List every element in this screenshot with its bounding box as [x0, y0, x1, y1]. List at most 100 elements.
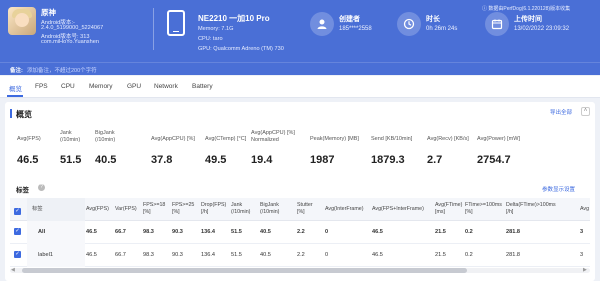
upload-label: 上传时间	[514, 16, 542, 23]
row-label: All	[38, 229, 46, 235]
table-cell: 98.3	[143, 252, 154, 258]
table-cell: 46.5	[86, 229, 97, 235]
calendar-icon	[485, 12, 509, 36]
tab-fps[interactable]: FPS	[35, 83, 48, 90]
tab-bar: 概览 FPS CPU Memory GPU Network Battery	[0, 76, 600, 98]
device-memory: Memory: 7.1G	[198, 26, 234, 32]
table-cell: 66.7	[115, 252, 126, 258]
table-cell: 40.5	[260, 252, 271, 258]
table-cell: 51.5	[231, 252, 242, 258]
metric-label: Avg(CTemp) [°C]	[205, 136, 247, 142]
metric-label: Avg(AppCPU) [%]	[151, 136, 195, 142]
column-header: BigJank (/10min)	[260, 202, 280, 215]
table-row[interactable]: ✓ label1 46.5 66.7 98.3 90.3 136.4 51.5 40.5 2.2 0…	[10, 244, 590, 267]
metric-value: 46.5	[17, 154, 39, 166]
metric-label: Avg(FPS)	[17, 136, 41, 142]
app-name: 原神	[41, 8, 56, 17]
metric-value: 2754.7	[477, 154, 511, 166]
metric-label: Avg(Power) [mW]	[477, 136, 520, 142]
tab-cpu[interactable]: CPU	[61, 83, 75, 90]
metric-value: 1987	[310, 154, 335, 166]
table-cell: 3	[580, 252, 584, 258]
table-cell: 281.8	[506, 229, 520, 235]
column-header: Stutter [%]	[297, 202, 313, 215]
section-accent	[10, 109, 12, 118]
device-cpu: CPU: taro	[198, 36, 223, 42]
column-header: Delta(FTime)>100ms [/h]	[506, 202, 556, 215]
table-cell: 0	[325, 252, 329, 258]
scroll-left-icon[interactable]: ◀	[11, 267, 15, 273]
metric-label: Jank (/10min)	[60, 130, 81, 143]
metric-value: 37.8	[151, 154, 173, 166]
table-cell: 2.2	[297, 229, 305, 235]
table-row[interactable]: ✓ All 46.5 66.7 98.3 90.3 136.4 51.5 40.5 2.2 0 46.…	[10, 221, 590, 244]
table-cell: 21.5	[435, 229, 446, 235]
table-cell: 136.4	[201, 229, 215, 235]
column-header: Jank (/10min)	[231, 202, 251, 215]
table-cell: 51.5	[231, 229, 242, 235]
table-cell: 40.5	[260, 229, 271, 235]
scroll-thumb[interactable]	[22, 268, 467, 273]
table-cell: 281.8	[506, 252, 520, 258]
horizontal-scrollbar[interactable]: ◀ ▶	[10, 267, 590, 273]
metric-label: Send [KB/10min]	[371, 136, 413, 142]
column-header: Avg(FPS)	[86, 206, 109, 212]
metric-label: Avg(AppCPU) [%] Normalized	[251, 130, 295, 143]
table-cell: 46.5	[372, 252, 383, 258]
tab-overview[interactable]: 概览	[9, 83, 22, 93]
metric-value: 2.7	[427, 154, 443, 166]
column-header: FPS>=25 [%]	[172, 202, 195, 215]
tab-network[interactable]: Network	[154, 83, 178, 90]
table-cell: 0.2	[465, 252, 473, 258]
metric-value: 51.5	[60, 154, 82, 166]
param-settings-link[interactable]: 参数显示设置	[542, 185, 575, 193]
metric-label: Peak(Memory) [MB]	[310, 136, 359, 142]
collapse-button[interactable]: ˄	[581, 107, 590, 116]
creator-value: 185****2558	[339, 26, 372, 32]
table-cell: 0.2	[465, 229, 473, 235]
table-cell: 21.5	[435, 252, 446, 258]
row-checkbox[interactable]: ✓	[14, 228, 21, 235]
column-header: Avg(FPS+InterFrame)	[372, 206, 424, 212]
select-all-checkbox[interactable]: ✓	[14, 208, 21, 215]
app-icon	[8, 7, 36, 35]
table-cell: 3	[580, 229, 584, 235]
creator-label: 创建者	[339, 16, 360, 23]
column-header: Var(FPS)	[115, 206, 137, 212]
overview-title: 概览	[16, 110, 32, 119]
table-cell: 66.7	[115, 229, 126, 235]
note-label: 备注:	[10, 68, 23, 74]
report-header: 原神 Android版本:- 2.4.0_5199000_5224067 And…	[0, 0, 600, 62]
divider	[153, 8, 154, 50]
column-header: Avg(InterFrame)	[325, 206, 364, 212]
column-header: Avg(FTime) [ms]	[435, 202, 463, 215]
export-all-button[interactable]: 导出全部	[550, 108, 572, 116]
phone-icon	[167, 10, 185, 36]
row-label: label1	[38, 252, 53, 258]
row-checkbox[interactable]: ✓	[14, 251, 21, 258]
labels-title: 标签	[16, 187, 29, 194]
tab-battery[interactable]: Battery	[192, 83, 213, 90]
overview-panel: 概览 导出全部 ˄ Avg(FPS) 46.5 Jank (/10min) 51.5 Bi…	[5, 102, 595, 281]
note-row: 备注: 添加备注，不超过200个字符	[0, 62, 600, 75]
table-cell: 46.5	[86, 252, 97, 258]
table-cell: 90.3	[172, 229, 183, 235]
column-header: 标签	[32, 206, 43, 212]
column-header: Drop(FPS) [/h]	[201, 202, 227, 215]
metric-value: 19.4	[251, 154, 273, 166]
active-tab-indicator	[7, 95, 23, 97]
device-name: NE2210 一加10 Pro	[198, 14, 270, 23]
scroll-right-icon[interactable]: ▶	[583, 267, 587, 273]
info-icon[interactable]: ?	[38, 184, 45, 191]
duration-label: 时长	[426, 16, 440, 23]
clock-icon	[397, 12, 421, 36]
device-gpu: GPU: Qualcomm Adreno (TM) 730	[198, 46, 284, 52]
tab-gpu[interactable]: GPU	[127, 83, 141, 90]
metric-value: 1879.3	[371, 154, 405, 166]
note-input[interactable]: 添加备注，不超过200个字符	[27, 66, 97, 74]
tab-memory[interactable]: Memory	[89, 83, 112, 90]
perfdog-version-link[interactable]: ⓘ 数据由PerfDog(6.1.220128)版本收集	[482, 5, 570, 12]
table-cell: 2.2	[297, 252, 305, 258]
column-header: Avg	[580, 206, 590, 212]
metric-label: Avg(Recv) [KB/s]	[427, 136, 469, 142]
